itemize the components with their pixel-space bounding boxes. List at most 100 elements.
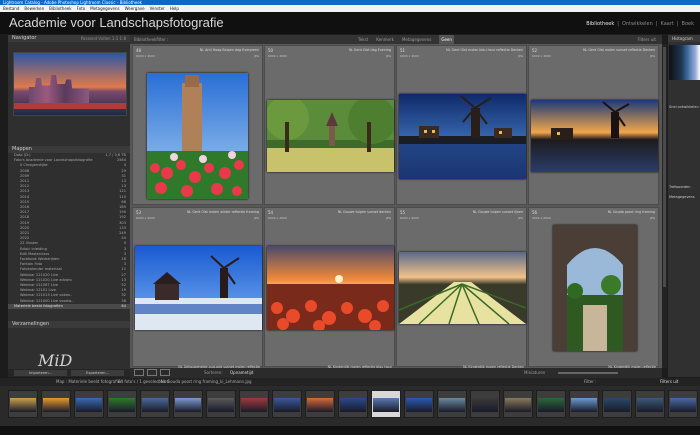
grid-cell[interactable]: 48 NL Anti Hoag Balpen dag Evergreen 6000…: [132, 45, 263, 205]
photo-grid: 48 NL Anti Hoag Balpen dag Evergreen 6000…: [130, 44, 662, 369]
import-button[interactable]: Importeren...: [14, 370, 67, 376]
filmstrip-source[interactable]: Map : Materiele beeld fotografien: [56, 378, 123, 386]
module-library[interactable]: Bibliotheek: [586, 21, 614, 27]
filmstrip-thumbnail[interactable]: [272, 390, 302, 418]
filmstrip-image: [76, 398, 102, 412]
filters-off[interactable]: Filters uit: [638, 35, 656, 44]
menu-edit[interactable]: Bewerken: [24, 5, 44, 12]
filter-metadata[interactable]: Metagegevens: [402, 35, 431, 44]
filmstrip-thumbnail[interactable]: [503, 390, 533, 418]
metadata-header[interactable]: Metagegevens: [669, 195, 695, 199]
grid-cell[interactable]: 53 NL Gent Olst molen winter reflectie fr…: [132, 207, 263, 367]
filmstrip-thumbnail[interactable]: [239, 390, 269, 418]
filmstrip-thumbnail[interactable]: [140, 390, 170, 418]
filmstrip-thumbnail[interactable]: [338, 390, 368, 418]
filmstrip-image: [538, 398, 564, 412]
filter-label: Bibliotheekfilter :: [134, 37, 169, 42]
menu-window[interactable]: Venster: [150, 5, 165, 12]
filmstrip-thumbnail[interactable]: [437, 390, 467, 418]
grid-cell[interactable]: 55 NL Gouwe tulpen sunset lijnen 6000 x 4…: [396, 207, 527, 367]
left-panel: Navigator Passend Vullen 1:1 1:8 Mappen …: [8, 35, 130, 377]
filmstrip-image: [472, 398, 498, 412]
filmstrip: [0, 386, 700, 426]
filmstrip-image: [10, 398, 36, 412]
module-map[interactable]: Kaart: [661, 21, 674, 27]
menu-photo[interactable]: Foto: [77, 5, 86, 12]
photo-thumbnail[interactable]: [135, 246, 262, 330]
menu-library[interactable]: Bibliotheek: [49, 5, 71, 12]
filmstrip-image: [241, 398, 267, 412]
thumbnail-size-slider[interactable]: [558, 372, 618, 374]
filmstrip-image: [439, 398, 465, 412]
filmstrip-thumbnail[interactable]: [206, 390, 236, 418]
grid-cell[interactable]: 50 NL Gent Olst dag Evening 6000 x 4000 JP…: [264, 45, 395, 205]
photo-thumbnail[interactable]: [267, 100, 394, 172]
module-develop[interactable]: Ontwikkelen: [622, 21, 653, 27]
loupe-view-icon[interactable]: [147, 369, 157, 376]
grid-cell[interactable]: 52 NL Gent Olst molen sunset reflectie De…: [528, 45, 659, 205]
keywords-header[interactable]: Trefwoorden: [669, 185, 690, 189]
filmstrip-thumbnail[interactable]: [107, 390, 137, 418]
module-book[interactable]: Boek: [682, 21, 694, 27]
filmstrip-thumbnail[interactable]: [173, 390, 203, 418]
grid-cell[interactable]: 56 NL Gouda poort ring framing 4000 x 600…: [528, 207, 659, 367]
filmstrip-thumbnail[interactable]: [41, 390, 71, 418]
folder-row[interactable]: Materiele beeld fotografien 64: [8, 303, 130, 310]
filmstrip-image: [109, 398, 135, 412]
grid-cell[interactable]: 51 NL Gent Olst molen blau hour reflectie…: [396, 45, 527, 205]
sort-label: Sorteren:: [204, 370, 223, 375]
folders-header[interactable]: Mappen: [8, 146, 130, 153]
photo-thumbnail[interactable]: [553, 225, 637, 351]
grid-scrollbar[interactable]: [662, 44, 667, 368]
filmstrip-thumbnail[interactable]: [470, 390, 500, 418]
filmstrip-thumbnail[interactable]: [602, 390, 632, 418]
filmstrip-thumbnail[interactable]: [74, 390, 104, 418]
filmstrip-thumbnail[interactable]: [305, 390, 335, 418]
collections-header[interactable]: Verzamelingen: [8, 321, 130, 328]
filmstrip-thumbnail[interactable]: [404, 390, 434, 418]
sort-dropdown[interactable]: Opnametijd: [230, 368, 253, 378]
navigator-zoom[interactable]: Passend Vullen 1:1 1:8: [81, 35, 126, 42]
filmstrip-image: [571, 398, 597, 412]
filmstrip-image: [274, 398, 300, 412]
photo-thumbnail[interactable]: [399, 94, 526, 179]
filmstrip-thumbnail[interactable]: [371, 390, 401, 418]
import-export-bar: Importeren... Exporteren...: [8, 369, 130, 377]
filmstrip-thumbnail[interactable]: [8, 390, 38, 418]
filmstrip-filter-label: Filter :: [584, 379, 597, 384]
grid-toolbar: Sorteren: Opnametijd Miniaturen: [130, 368, 662, 378]
photo-thumbnail[interactable]: [147, 73, 248, 199]
grid-view-icon[interactable]: [134, 369, 144, 376]
quick-develop-header[interactable]: Snel ontwikkelen: [669, 105, 699, 109]
filmstrip-filter-value[interactable]: Filters uit: [660, 378, 678, 386]
filmstrip-image: [505, 398, 531, 412]
menu-help[interactable]: Help: [170, 5, 179, 12]
menu-metadata[interactable]: Metagegevens: [90, 5, 119, 12]
histogram-header[interactable]: Histogram: [668, 35, 700, 42]
filmstrip-thumbnail[interactable]: [536, 390, 566, 418]
menu-file[interactable]: Bestand: [3, 5, 19, 12]
filter-attribute[interactable]: Kenmerk: [376, 35, 394, 44]
folder-tree: Data (D:) 1,7 / 3,6 TB Foto's Academie vo…: [8, 153, 130, 310]
export-button[interactable]: Exporteren...: [71, 370, 124, 376]
filter-text[interactable]: Tekst: [358, 35, 368, 44]
right-panel: Histogram Snel ontwikkelen Trefwoorden M…: [668, 35, 700, 377]
filter-none[interactable]: Geen: [439, 35, 454, 44]
photo-thumbnail[interactable]: [267, 246, 394, 330]
scrollbar-thumb[interactable]: [663, 47, 666, 287]
filmstrip-thumbnail[interactable]: [635, 390, 665, 418]
navigator-header[interactable]: Navigator Passend Vullen 1:1 1:8: [8, 35, 130, 42]
thumbnail-size-label: Miniaturen: [524, 370, 546, 375]
filmstrip-image: [373, 398, 399, 412]
signature-logo: MiD: [38, 351, 73, 370]
photo-thumbnail[interactable]: [531, 100, 658, 172]
filmstrip-thumbnail[interactable]: [668, 390, 698, 418]
grid-cell[interactable]: 54 NL Gouwe tulpen sunset decken 6000 x 4…: [264, 207, 395, 367]
filmstrip-thumbnail[interactable]: [569, 390, 599, 418]
identity-plate: Academie voor Landschapsfotografie Bibli…: [0, 12, 700, 34]
photo-thumbnail[interactable]: [399, 252, 526, 324]
catalog-name: Academie voor Landschapsfotografie: [9, 15, 224, 30]
compare-view-icon[interactable]: [160, 369, 170, 376]
navigator-preview[interactable]: [13, 52, 127, 116]
menu-view[interactable]: Weergave: [125, 5, 145, 12]
